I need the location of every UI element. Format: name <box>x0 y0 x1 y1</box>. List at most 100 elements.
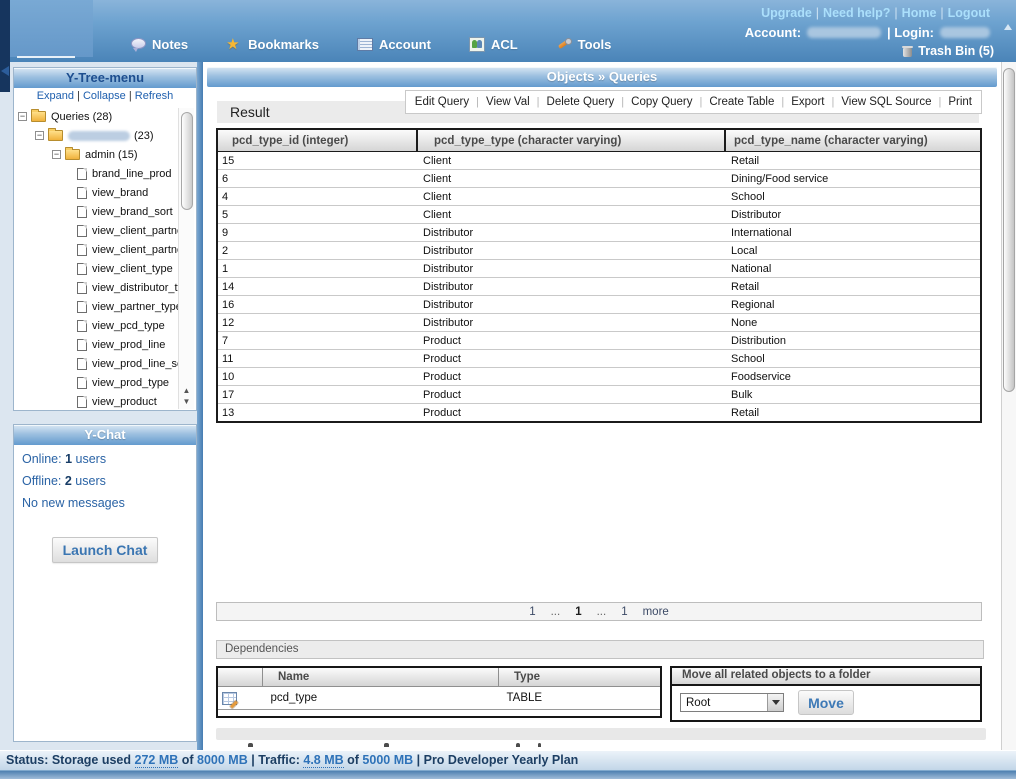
status-link[interactable]: 4.8 MB <box>303 753 343 768</box>
status-link[interactable]: 5000 MB <box>362 753 413 767</box>
column-header-pcd-type-type[interactable]: pcd_type_type (character varying) <box>417 129 725 152</box>
table-row[interactable]: 9DistributorInternational <box>217 224 981 242</box>
separator: | <box>940 6 943 20</box>
table-row[interactable]: 10ProductFoodservice <box>217 368 981 386</box>
folder-select[interactable]: Root <box>680 693 784 712</box>
toolbar-create-table[interactable]: Create Table <box>709 96 774 108</box>
tree-scrollbar[interactable]: ▲ ▼ <box>178 108 194 409</box>
status-link[interactable]: 272 MB <box>135 753 179 768</box>
sidebar-collapse-arrow-icon[interactable] <box>1 66 9 76</box>
current-page[interactable]: 1 <box>575 606 581 618</box>
tree-node-view-brand-sort[interactable]: view_brand_sort <box>14 202 196 221</box>
table-row[interactable]: 15ClientRetail <box>217 152 981 170</box>
tree-node-view-client-partne[interactable]: view_client_partne <box>14 221 196 240</box>
header-link-home[interactable]: Home <box>902 6 937 20</box>
nav-label: ACL <box>491 37 518 52</box>
nav-tools[interactable]: Tools <box>556 36 612 52</box>
table-cell: Distributor <box>417 314 725 332</box>
tree-node-queries-28[interactable]: −Queries (28) <box>14 107 196 126</box>
tree-node-view-partner-type[interactable]: view_partner_type <box>14 297 196 316</box>
toolbar-copy-query[interactable]: Copy Query <box>631 96 692 108</box>
status-bar: Status: Storage used 272 MB of 8000 MB |… <box>0 750 1016 771</box>
move-button[interactable]: Move <box>798 690 854 715</box>
tree-node-brand-line-prod[interactable]: brand_line_prod <box>14 164 196 183</box>
dependency-row[interactable]: pcd_type TABLE <box>218 687 660 710</box>
tree-action-collapse[interactable]: Collapse <box>83 90 126 102</box>
page-link[interactable]: 1 <box>621 606 627 618</box>
tree-node-view-brand[interactable]: view_brand <box>14 183 196 202</box>
page-scrollbar[interactable] <box>1001 62 1016 750</box>
nav-bookmarks[interactable]: Bookmarks <box>226 36 319 52</box>
table-row[interactable]: 12DistributorNone <box>217 314 981 332</box>
column-header-pcd-type-id[interactable]: pcd_type_id (integer) <box>217 129 417 152</box>
clipped-text-fragment <box>384 743 389 747</box>
collapse-toggle-icon[interactable]: − <box>18 112 27 121</box>
table-row[interactable]: 7ProductDistribution <box>217 332 981 350</box>
launch-chat-button[interactable]: Launch Chat <box>52 537 158 563</box>
collapse-toggle-icon[interactable]: − <box>35 131 44 140</box>
table-row[interactable]: 2DistributorLocal <box>217 242 981 260</box>
table-row[interactable]: 4ClientSchool <box>217 188 981 206</box>
tree-action-refresh[interactable]: Refresh <box>135 90 174 102</box>
table-row[interactable]: 17ProductBulk <box>217 386 981 404</box>
table-row[interactable]: 11ProductSchool <box>217 350 981 368</box>
nav-notes[interactable]: Notes <box>130 36 188 52</box>
nav-acl[interactable]: ACL <box>469 36 518 52</box>
toolbar-export[interactable]: Export <box>791 96 824 108</box>
table-row[interactable]: 13ProductRetail <box>217 404 981 423</box>
pagination: 1...1...1more <box>216 602 982 621</box>
tree-action-expand[interactable]: Expand <box>37 90 74 102</box>
tree-node-view-prod-line[interactable]: view_prod_line <box>14 335 196 354</box>
tree-node-view-prod-line-sc[interactable]: view_prod_line_sc <box>14 354 196 373</box>
tree-node-view-pcd-type[interactable]: view_pcd_type <box>14 316 196 335</box>
toolbar-view-val[interactable]: View Val <box>486 96 530 108</box>
header-link-need-help[interactable]: Need help? <box>823 6 890 20</box>
page-link[interactable]: more <box>643 606 669 618</box>
tree-node-view-product[interactable]: view_product <box>14 392 196 410</box>
nav-label: Account <box>379 37 431 52</box>
dependencies-table: Name Type pcd_type TABLE <box>218 668 660 710</box>
table-cell: 10 <box>217 368 417 386</box>
table-cell: 16 <box>217 296 417 314</box>
logo[interactable] <box>10 0 93 57</box>
tree-node-admin-15[interactable]: − admin (15) <box>14 145 196 164</box>
tree-actions: Expand | Collapse | Refresh <box>14 88 196 105</box>
chevron-down-icon[interactable] <box>767 694 783 711</box>
result-table-body: 15ClientRetail6ClientDining/Food service… <box>217 152 981 423</box>
table-row[interactable]: 14DistributorRetail <box>217 278 981 296</box>
table-row[interactable]: 16DistributorRegional <box>217 296 981 314</box>
dep-column-type: Type <box>499 668 661 687</box>
table-row[interactable]: 5ClientDistributor <box>217 206 981 224</box>
scroll-up-icon[interactable]: ▲ <box>180 385 193 396</box>
tree-node-view-client-partne[interactable]: view_client_partne <box>14 240 196 259</box>
page-link[interactable]: 1 <box>529 606 535 618</box>
trash-bin-link[interactable]: Trash Bin (5) <box>902 44 994 58</box>
tree-node-view-distributor-ty[interactable]: view_distributor_ty <box>14 278 196 297</box>
toolbar-print[interactable]: Print <box>948 96 972 108</box>
toolbar-edit-query[interactable]: Edit Query <box>415 96 469 108</box>
table-edit-icon[interactable] <box>222 692 237 705</box>
table-cell: 14 <box>217 278 417 296</box>
table-row[interactable]: 1DistributorNational <box>217 260 981 278</box>
table-cell: Product <box>417 332 725 350</box>
tree-node-23[interactable]: −(23) <box>14 126 196 145</box>
header-link-logout[interactable]: Logout <box>948 6 990 20</box>
toolbar-delete-query[interactable]: Delete Query <box>547 96 615 108</box>
header-link-upgrade[interactable]: Upgrade <box>761 6 812 20</box>
toolbar-view-sql-source[interactable]: View SQL Source <box>841 96 931 108</box>
nav-account[interactable]: Account <box>357 36 431 52</box>
tree-node-view-client-type[interactable]: view_client_type <box>14 259 196 278</box>
column-header-pcd-type-name[interactable]: pcd_type_name (character varying) <box>725 129 981 152</box>
scroll-down-icon[interactable]: ▼ <box>180 396 193 407</box>
scrollbar-up-arrow[interactable] <box>1004 24 1012 30</box>
tree-node-view-prod-type[interactable]: view_prod_type <box>14 373 196 392</box>
table-row[interactable]: 6ClientDining/Food service <box>217 170 981 188</box>
table-cell: 15 <box>217 152 417 170</box>
tree-node-label: admin (15) <box>85 149 138 161</box>
chat-panel-title: Y-Chat <box>14 425 196 445</box>
page-scrollbar-thumb[interactable] <box>1003 68 1015 392</box>
file-icon <box>77 168 87 180</box>
collapse-toggle-icon[interactable]: − <box>52 150 61 159</box>
tree-scrollbar-thumb[interactable] <box>181 112 193 210</box>
status-link[interactable]: 8000 MB <box>197 753 248 767</box>
